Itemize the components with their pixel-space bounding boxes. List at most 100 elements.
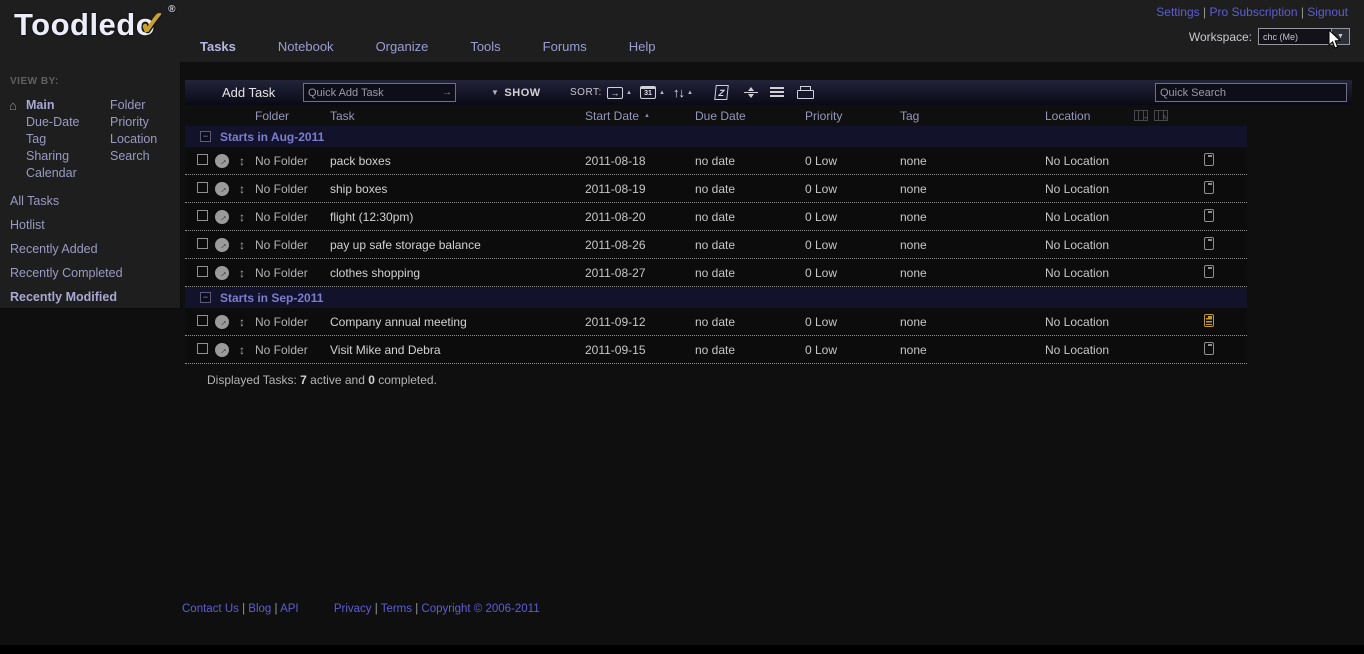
- task-folder[interactable]: No Folder: [255, 182, 330, 196]
- task-due-date[interactable]: no date: [695, 238, 805, 252]
- column-header-tag[interactable]: Tag: [900, 109, 1045, 123]
- add-task-button[interactable]: Add Task: [222, 80, 275, 105]
- sidebar-item-recently-modified[interactable]: Recently Modified: [10, 285, 180, 309]
- sidebar-item-due-date[interactable]: Due-Date: [26, 114, 110, 131]
- task-checkbox[interactable]: [197, 315, 208, 326]
- show-menu-button[interactable]: ▼SHOW: [491, 80, 541, 105]
- task-folder[interactable]: No Folder: [255, 154, 330, 168]
- tab-notebook[interactable]: Notebook: [278, 39, 334, 54]
- task-title[interactable]: pack boxes: [330, 154, 585, 168]
- reorder-icon[interactable]: ↕: [239, 238, 245, 252]
- task-start-date[interactable]: 2011-08-20: [585, 210, 695, 224]
- sidebar-item-recently-completed[interactable]: Recently Completed: [10, 261, 180, 285]
- task-due-date[interactable]: no date: [695, 210, 805, 224]
- footer-link-blog[interactable]: Blog: [248, 603, 271, 615]
- note-icon[interactable]: [1204, 181, 1214, 194]
- tab-tasks[interactable]: Tasks: [200, 39, 236, 54]
- task-start-date[interactable]: 2011-08-27: [585, 266, 695, 280]
- print-icon[interactable]: [797, 80, 813, 105]
- task-priority[interactable]: 0 Low: [805, 154, 900, 168]
- sidebar-item-calendar[interactable]: Calendar: [26, 165, 110, 182]
- sidebar-item-sharing[interactable]: Sharing: [26, 148, 110, 165]
- calendar-31-sort-icon[interactable]: 31▲: [640, 80, 665, 105]
- tab-organize[interactable]: Organize: [376, 39, 429, 54]
- quick-search-input[interactable]: [1156, 87, 1346, 99]
- sidebar-item-location[interactable]: Location: [110, 131, 190, 148]
- footer-link-api[interactable]: API: [280, 603, 299, 615]
- sidebar-item-main[interactable]: ⌂Main: [26, 97, 110, 114]
- toodledo-logo[interactable]: Toodledo✓®: [14, 4, 176, 44]
- task-priority[interactable]: 0 Low: [805, 238, 900, 252]
- column-header-due-date[interactable]: Due Date: [695, 109, 805, 123]
- sidebar-item-recently-added[interactable]: Recently Added: [10, 237, 180, 261]
- task-tag[interactable]: none: [900, 266, 1045, 280]
- task-location[interactable]: No Location: [1045, 315, 1190, 329]
- footer-link-privacy[interactable]: Privacy: [334, 603, 372, 615]
- reorder-icon[interactable]: ↕: [239, 182, 245, 196]
- task-priority[interactable]: 0 Low: [805, 343, 900, 357]
- task-folder[interactable]: No Folder: [255, 266, 330, 280]
- column-header-priority[interactable]: Priority: [805, 109, 900, 123]
- note-icon[interactable]: [1204, 209, 1214, 222]
- task-location[interactable]: No Location: [1045, 210, 1190, 224]
- reorder-icon[interactable]: ↕: [239, 154, 245, 168]
- reorder-icon[interactable]: ↕: [239, 266, 245, 280]
- task-start-date[interactable]: 2011-08-19: [585, 182, 695, 196]
- task-start-date[interactable]: 2011-08-26: [585, 238, 695, 252]
- goto-arrow-icon[interactable]: →: [215, 238, 229, 252]
- task-tag[interactable]: none: [900, 343, 1045, 357]
- task-tag[interactable]: none: [900, 238, 1045, 252]
- sidebar-item-priority[interactable]: Priority: [110, 114, 190, 131]
- task-checkbox[interactable]: [197, 238, 208, 249]
- task-location[interactable]: No Location: [1045, 343, 1190, 357]
- reorder-icon[interactable]: ↕: [239, 315, 245, 329]
- account-link-signout[interactable]: Signout: [1307, 5, 1348, 19]
- note-icon[interactable]: [1204, 153, 1214, 166]
- task-due-date[interactable]: no date: [695, 266, 805, 280]
- sidebar-item-tag[interactable]: Tag: [26, 131, 110, 148]
- task-due-date[interactable]: no date: [695, 154, 805, 168]
- task-location[interactable]: No Location: [1045, 266, 1190, 280]
- goto-arrow-icon[interactable]: →: [215, 210, 229, 224]
- reorder-icon[interactable]: ↕: [239, 210, 245, 224]
- note-icon[interactable]: [1204, 265, 1214, 278]
- task-priority[interactable]: 0 Low: [805, 315, 900, 329]
- goto-arrow-icon[interactable]: →: [215, 266, 229, 280]
- column-header-location[interactable]: Location: [1045, 109, 1190, 123]
- task-location[interactable]: No Location: [1045, 154, 1190, 168]
- task-location[interactable]: No Location: [1045, 238, 1190, 252]
- reorder-icon[interactable]: ↕: [239, 343, 245, 357]
- collapse-icon[interactable]: −: [200, 131, 211, 142]
- account-link-pro-subscription[interactable]: Pro Subscription: [1209, 5, 1297, 19]
- task-tag[interactable]: none: [900, 182, 1045, 196]
- task-folder[interactable]: No Folder: [255, 315, 330, 329]
- arrow-right-sort-icon[interactable]: →▲: [607, 80, 632, 105]
- task-title[interactable]: ship boxes: [330, 182, 585, 196]
- footer-link-contact-us[interactable]: Contact Us: [182, 603, 239, 615]
- task-checkbox[interactable]: [197, 343, 208, 354]
- sidebar-item-folder[interactable]: Folder: [110, 97, 190, 114]
- task-checkbox[interactable]: [197, 154, 208, 165]
- task-start-date[interactable]: 2011-09-12: [585, 315, 695, 329]
- task-folder[interactable]: No Folder: [255, 343, 330, 357]
- sidebar-item-all-tasks[interactable]: All Tasks: [10, 189, 180, 213]
- task-tag[interactable]: none: [900, 154, 1045, 168]
- note-icon[interactable]: [1204, 342, 1214, 355]
- add-column-icon[interactable]: [1134, 110, 1148, 121]
- task-due-date[interactable]: no date: [695, 343, 805, 357]
- task-folder[interactable]: No Folder: [255, 210, 330, 224]
- task-priority[interactable]: 0 Low: [805, 266, 900, 280]
- quick-add-submit-icon[interactable]: →: [442, 87, 455, 98]
- goto-arrow-icon[interactable]: →: [215, 343, 229, 357]
- task-title[interactable]: flight (12:30pm): [330, 210, 585, 224]
- tab-tools[interactable]: Tools: [470, 39, 500, 54]
- task-location[interactable]: No Location: [1045, 182, 1190, 196]
- note-icon[interactable]: [1204, 237, 1214, 250]
- account-link-settings[interactable]: Settings: [1156, 5, 1199, 19]
- column-header-task[interactable]: Task: [330, 109, 585, 123]
- notes-view-icon[interactable]: [770, 80, 784, 105]
- collapse-dividers-icon[interactable]: [743, 80, 759, 105]
- goto-arrow-icon[interactable]: →: [215, 182, 229, 196]
- footer-link-copyright-2006-2011[interactable]: Copyright © 2006-2011: [421, 603, 539, 615]
- task-due-date[interactable]: no date: [695, 315, 805, 329]
